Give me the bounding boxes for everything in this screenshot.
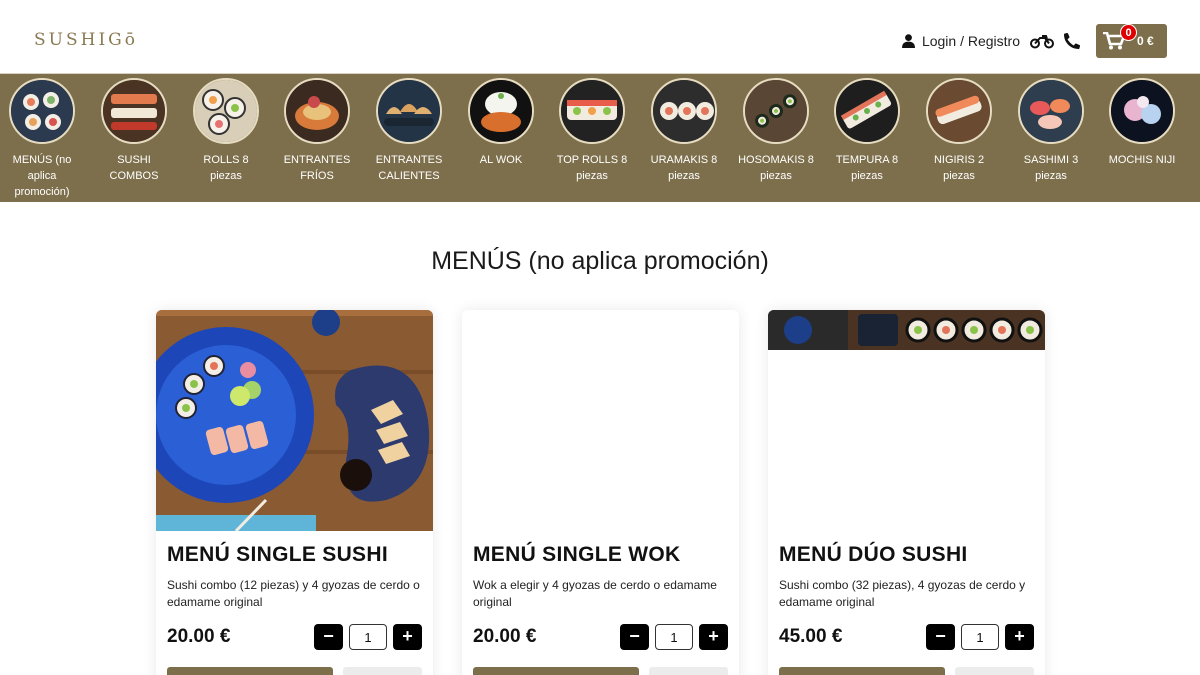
category-nav: MENÚS (no aplica promoción) SUSHI COMBOS…	[0, 74, 1200, 202]
uramakis-thumbnail	[651, 78, 717, 144]
product-card: MENÚ SINGLE SUSHI Sushi combo (12 piezas…	[156, 310, 433, 675]
decrease-quantity-button[interactable]: −	[314, 624, 343, 650]
product-image[interactable]	[156, 310, 433, 531]
sashimi-thumbnail	[1018, 78, 1084, 144]
product-price: 45.00 €	[779, 626, 843, 647]
product-card: MENÚ SINGLE WOK Wok a elegir y 4 gyozas …	[462, 310, 739, 675]
site-logo[interactable]: SUSHIGō	[34, 30, 138, 50]
product-name: MENÚ DÚO SUSHI	[779, 543, 968, 566]
category-menus[interactable]: MENÚS (no aplica promoción)	[0, 78, 88, 200]
category-uramakis[interactable]: URAMAKIS 8 piezas	[638, 78, 730, 184]
category-top-rolls[interactable]: TOP ROLLS 8 piezas	[546, 78, 638, 184]
category-label: URAMAKIS 8 piezas	[650, 154, 718, 182]
hot-starters-thumbnail	[376, 78, 442, 144]
sushi-combos-thumbnail	[101, 78, 167, 144]
product-name: MENÚ SINGLE SUSHI	[167, 543, 388, 566]
category-nigiris[interactable]: NIGIRIS 2 piezas	[913, 78, 1005, 184]
category-rolls[interactable]: ROLLS 8 piezas	[180, 78, 272, 184]
wok-thumbnail	[468, 78, 534, 144]
tempura-thumbnail	[834, 78, 900, 144]
product-description: Sushi combo (32 piezas), 4 gyozas de cer…	[779, 578, 1026, 609]
category-label: AL WOK	[479, 154, 523, 166]
site-header: SUSHIGō Login / Registro 0 € 0	[0, 0, 1200, 74]
add-to-cart-button[interactable]	[167, 667, 333, 675]
login-register-label: Login / Registro	[921, 33, 1020, 49]
category-label: TEMPURA 8 piezas	[835, 154, 899, 182]
category-hosomakis[interactable]: HOSOMAKIS 8 piezas	[730, 78, 822, 184]
quantity-stepper: − +	[314, 624, 422, 650]
category-hot-starters[interactable]: ENTRANTES CALIENTES	[363, 78, 455, 184]
category-label: TOP ROLLS 8 piezas	[556, 154, 628, 182]
category-label: ENTRANTES FRÍOS	[283, 154, 351, 182]
cart-button[interactable]: 0 € 0	[1096, 24, 1167, 58]
cart-total: 0 €	[1137, 34, 1154, 48]
motorbike-delivery-icon[interactable]	[1030, 33, 1054, 49]
rolls-thumbnail	[193, 78, 259, 144]
product-image[interactable]	[768, 310, 1045, 531]
product-price: 20.00 €	[167, 626, 231, 647]
decrease-quantity-button[interactable]: −	[620, 624, 649, 650]
category-label: SUSHI COMBOS	[109, 154, 159, 182]
product-description: Sushi combo (12 piezas) y 4 gyozas de ce…	[167, 578, 420, 609]
category-label: NIGIRIS 2 piezas	[933, 154, 985, 182]
quantity-stepper: − +	[620, 624, 728, 650]
product-info-button[interactable]	[955, 667, 1034, 675]
product-info-button[interactable]	[343, 667, 422, 675]
increase-quantity-button[interactable]: +	[1005, 624, 1034, 650]
product-image[interactable]	[462, 310, 739, 531]
category-tempura[interactable]: TEMPURA 8 piezas	[821, 78, 913, 184]
nigiris-thumbnail	[926, 78, 992, 144]
increase-quantity-button[interactable]: +	[393, 624, 422, 650]
phone-icon[interactable]	[1064, 32, 1081, 49]
login-register-link[interactable]: Login / Registro	[901, 33, 1020, 49]
category-label: ROLLS 8 piezas	[203, 154, 249, 182]
product-name: MENÚ SINGLE WOK	[473, 543, 681, 566]
quantity-input[interactable]	[655, 624, 693, 650]
category-mochis[interactable]: MOCHIS NIJI	[1096, 78, 1188, 168]
cold-starters-thumbnail	[284, 78, 350, 144]
quantity-input[interactable]	[349, 624, 387, 650]
product-price: 20.00 €	[473, 626, 537, 647]
category-sashimi[interactable]: SASHIMI 3 piezas	[1005, 78, 1097, 184]
category-label: SASHIMI 3 piezas	[1023, 154, 1079, 182]
user-icon	[901, 34, 915, 48]
cart-count-badge: 0	[1120, 24, 1137, 41]
add-to-cart-button[interactable]	[473, 667, 639, 675]
increase-quantity-button[interactable]: +	[699, 624, 728, 650]
quantity-stepper: − +	[926, 624, 1034, 650]
section-title: MENÚS (no aplica promoción)	[431, 247, 769, 275]
add-to-cart-button[interactable]	[779, 667, 945, 675]
category-label: ENTRANTES CALIENTES	[375, 154, 443, 182]
quantity-input[interactable]	[961, 624, 999, 650]
category-wok[interactable]: AL WOK	[455, 78, 547, 168]
category-label: MOCHIS NIJI	[1108, 154, 1176, 166]
top-rolls-thumbnail	[559, 78, 625, 144]
hosomakis-thumbnail	[743, 78, 809, 144]
menus-thumbnail	[9, 78, 75, 144]
category-label: MENÚS (no aplica promoción)	[12, 154, 72, 198]
product-card: MENÚ DÚO SUSHI Sushi combo (32 piezas), …	[768, 310, 1045, 675]
product-description: Wok a elegir y 4 gyozas de cerdo o edama…	[473, 578, 717, 609]
category-label: HOSOMAKIS 8 piezas	[738, 154, 814, 182]
decrease-quantity-button[interactable]: −	[926, 624, 955, 650]
mochis-thumbnail	[1109, 78, 1175, 144]
product-info-button[interactable]	[649, 667, 728, 675]
category-sushi-combos[interactable]: SUSHI COMBOS	[88, 78, 180, 184]
category-cold-starters[interactable]: ENTRANTES FRÍOS	[271, 78, 363, 184]
header-actions: Login / Registro 0 € 0	[901, 24, 1167, 58]
